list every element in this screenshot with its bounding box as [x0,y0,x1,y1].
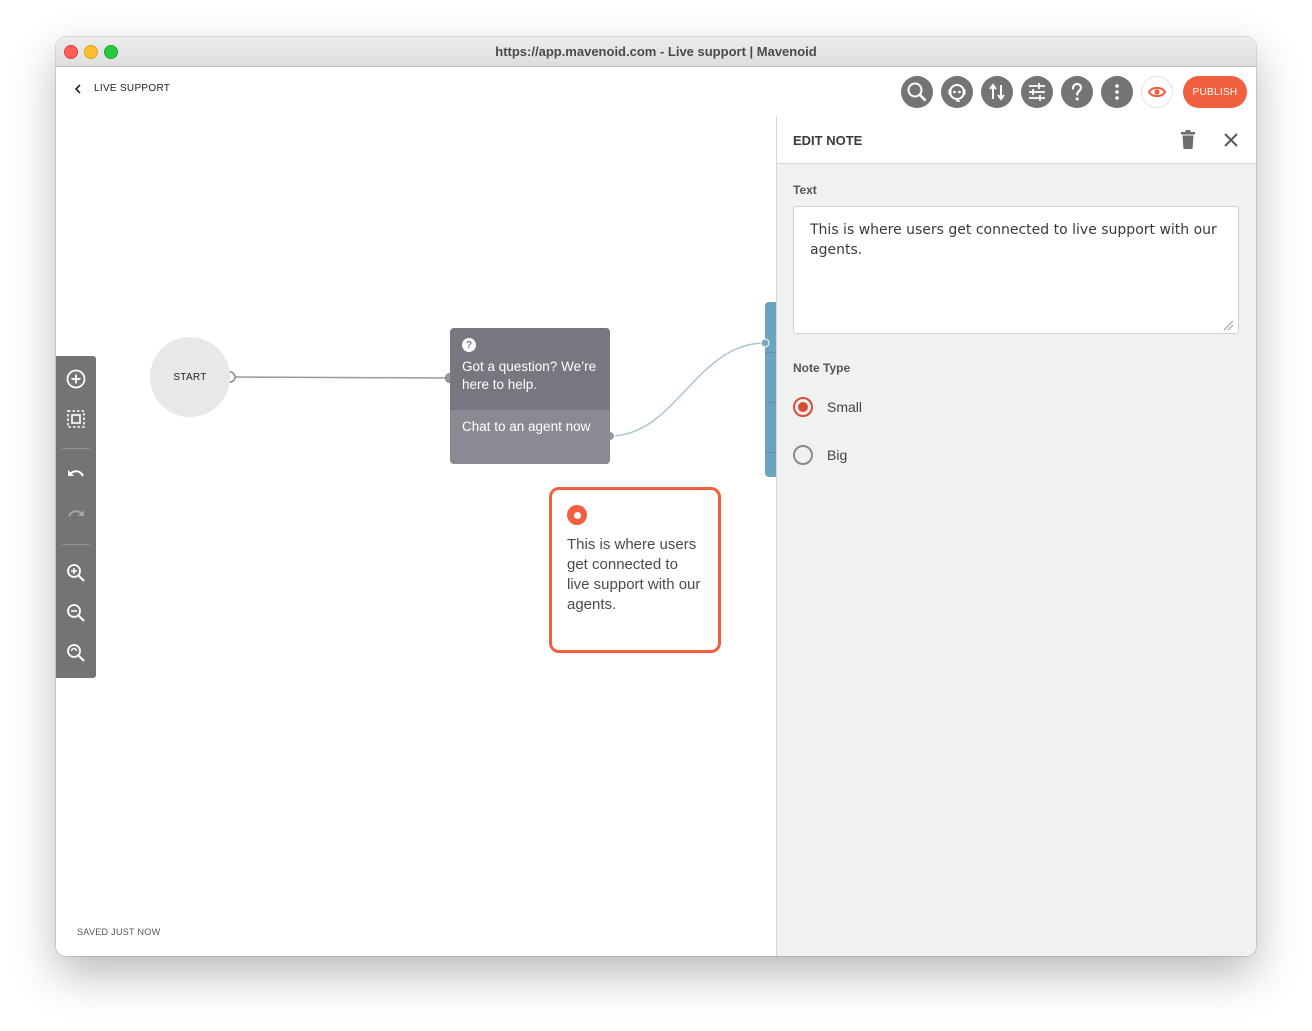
note-text-input[interactable]: This is where users get connected to liv… [793,206,1239,334]
back-button[interactable]: LIVE SUPPORT [74,83,170,94]
publish-button[interactable]: PUBLISH [1183,76,1247,108]
zoom-reset-icon [67,644,85,662]
settings-sliders-icon [1029,83,1045,101]
top-toolbar: PUBLISH [901,76,1247,108]
preview-button[interactable] [1141,76,1173,108]
help-button[interactable] [1061,76,1093,108]
canvas-tools [56,356,96,678]
title-bar: https://app.mavenoid.com - Live support … [56,37,1256,67]
note-icon [567,505,587,525]
redo-icon [68,510,84,517]
import-export-icon [989,83,1005,101]
start-node[interactable]: START [150,337,230,417]
delete-note-button[interactable] [1180,130,1196,155]
text-field-label: Text [793,183,817,197]
undo-icon [68,470,84,477]
browser-window: https://app.mavenoid.com - Live support … [56,37,1256,956]
resize-handle-icon[interactable] [1223,320,1234,331]
select-area-button[interactable] [64,407,88,431]
import-export-button[interactable] [981,76,1013,108]
toolbar-divider [62,448,90,449]
search-icon [907,82,927,102]
radio-label-small: Small [827,399,863,415]
note-text: This is where users get connected to liv… [567,536,701,613]
more-icon [1115,84,1119,100]
start-to-question-wire [229,376,451,379]
add-circle-icon [66,369,86,389]
edit-note-panel: EDIT NOTE Text This is where users get c… [776,116,1256,956]
settings-button[interactable] [1021,76,1053,108]
note-type-small-radio[interactable]: Small [793,397,862,417]
app-area: LIVE SUPPORT PUBLISH START ? Got a quest… [56,67,1256,956]
flow-name-label: LIVE SUPPORT [94,83,171,94]
question-icon: ? [462,338,476,352]
question-node-header: ? Got a question? We’re here to help. [450,328,610,410]
trash-icon [1181,130,1195,149]
note-card[interactable]: This is where users get connected to liv… [549,487,721,653]
save-status: SAVED JUST NOW [77,927,161,937]
close-panel-button[interactable] [1222,131,1240,154]
zoom-out-icon [67,604,85,622]
help-icon [1071,82,1083,101]
panel-title: EDIT NOTE [793,133,863,148]
radio-unchecked-icon [793,445,813,465]
question-node[interactable]: ? Got a question? We’re here to help. Ch… [450,328,610,464]
agent-input-port[interactable] [760,338,770,348]
flow-canvas[interactable]: START ? Got a question? We’re here to he… [56,117,777,956]
search-button[interactable] [901,76,933,108]
chatbot-button[interactable] [941,76,973,108]
radio-label-big: Big [827,447,848,463]
window-title: https://app.mavenoid.com - Live support … [495,44,817,59]
answer-to-agent-wire [609,342,766,437]
toolbar-divider [62,544,90,545]
redo-button[interactable] [64,504,88,528]
chevron-left-icon [74,83,81,94]
answer-option[interactable]: Chat to an agent now [450,410,610,464]
close-icon [1224,133,1238,147]
zoom-fit-button[interactable] [64,641,88,665]
undo-button[interactable] [64,464,88,488]
panel-header: EDIT NOTE [777,116,1256,164]
preview-eye-icon [1147,86,1167,98]
note-type-label: Note Type [793,361,851,375]
select-all-icon [67,410,85,428]
radio-checked-icon [793,397,813,417]
zoom-in-icon [67,564,85,582]
question-text: Got a question? We’re here to help. [462,359,597,392]
zoom-out-button[interactable] [64,601,88,625]
add-node-button[interactable] [64,367,88,391]
note-type-big-radio[interactable]: Big [793,445,847,465]
more-options-button[interactable] [1101,76,1133,108]
zoom-in-button[interactable] [64,561,88,585]
chatbot-icon [948,84,966,102]
